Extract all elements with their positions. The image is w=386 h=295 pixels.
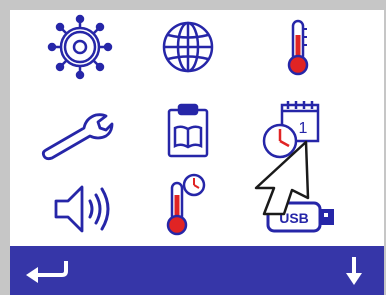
menu-item-thermometer[interactable] — [258, 12, 338, 82]
thermometer-icon — [287, 19, 309, 76]
thermometer-clock-icon — [166, 173, 206, 236]
calendar-day-label: 1 — [299, 120, 308, 137]
menu-item-ship-wheel[interactable] — [40, 12, 120, 82]
wrench-icon — [41, 113, 114, 161]
menu-item-speaker[interactable] — [44, 174, 124, 244]
usb-drive-icon: USB — [266, 201, 334, 233]
menu-item-wrench[interactable] — [38, 98, 118, 168]
menu-item-globe[interactable] — [148, 12, 228, 82]
clock-calendar-icon: 1 — [262, 101, 320, 159]
menu-item-clipboard-book[interactable] — [148, 96, 228, 166]
usb-label: USB — [279, 210, 309, 226]
globe-icon — [162, 21, 214, 73]
return-arrow-icon — [26, 260, 68, 283]
menu-item-clock-calendar[interactable]: 1 — [252, 94, 332, 164]
speaker-volume-icon — [54, 185, 110, 233]
bottom-bar — [10, 246, 384, 295]
clipboard-book-icon — [167, 103, 209, 158]
menu-item-usb[interactable]: USB — [262, 182, 342, 252]
menu-item-thermometer-timer[interactable] — [148, 170, 228, 240]
back-button[interactable] — [18, 246, 78, 295]
ship-wheel-icon — [47, 14, 113, 80]
scroll-down-button[interactable] — [332, 246, 376, 295]
device-frame: 1 USB — [0, 0, 386, 295]
screen: 1 USB — [10, 10, 384, 295]
down-arrow-icon — [346, 256, 362, 285]
